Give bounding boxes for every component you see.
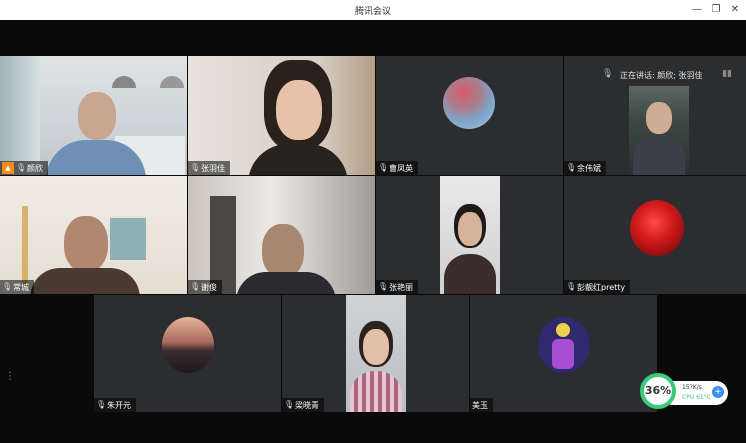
maximize-icon[interactable]: ❐ bbox=[709, 3, 723, 17]
minimize-icon[interactable]: — bbox=[690, 3, 704, 17]
participant-name: 张艳丽 bbox=[389, 282, 413, 292]
participant-label: 🎙 常城 bbox=[0, 280, 34, 294]
host-icon: ▲ bbox=[2, 162, 14, 174]
performance-score: 36% bbox=[640, 373, 676, 409]
close-icon[interactable]: ✕ bbox=[728, 3, 742, 17]
gallery-toggle-icon[interactable]: ⋮ bbox=[4, 371, 16, 383]
participant-name: 美玉 bbox=[472, 400, 488, 410]
participant-tile[interactable]: 🎙 张艳丽 bbox=[376, 176, 563, 294]
participant-name: 常城 bbox=[13, 282, 29, 292]
performance-widget[interactable]: 15?K/s CPU 61°C + 36% bbox=[640, 373, 728, 409]
participant-name: 颜欣 bbox=[27, 163, 43, 173]
participant-tile[interactable]: 🎙 朱开元 bbox=[94, 295, 281, 412]
participant-name: 余伟斌 bbox=[577, 163, 601, 173]
mic-muted-icon: 🎙 bbox=[566, 163, 577, 172]
audio-level-icon: ▮▮ bbox=[722, 69, 732, 79]
participant-tile[interactable]: 🎙 彭靓红pretty bbox=[564, 176, 746, 294]
participant-label: 🎙 朱开元 bbox=[94, 398, 136, 412]
participant-tile[interactable]: 🎙 常城 bbox=[0, 176, 187, 294]
avatar bbox=[630, 200, 684, 256]
participant-label: 🎙 张艳丽 bbox=[376, 280, 418, 294]
mic-icon: 🎙 bbox=[378, 163, 389, 172]
participant-name: 张羽佳 bbox=[201, 163, 225, 173]
video-feed bbox=[346, 295, 406, 412]
video-feed bbox=[440, 176, 500, 294]
participant-tile[interactable]: 美玉 bbox=[470, 295, 657, 412]
participant-tile[interactable]: 🎙 梁晓青 bbox=[282, 295, 469, 412]
participant-name: 谢俊 bbox=[201, 282, 217, 292]
meeting-stage: ▲ 🎙 颜欣 🎙 张羽佳 🎙 曹凤英 🎙 余伟斌 🎙 常城 🎙 谢俊 🎙 张艳丽… bbox=[0, 20, 746, 443]
participant-label: 🎙 曹凤英 bbox=[376, 161, 418, 175]
participant-name: 朱开元 bbox=[107, 400, 131, 410]
mic-muted-icon: 🎙 bbox=[566, 282, 577, 291]
participant-label: 🎙 余伟斌 bbox=[564, 161, 606, 175]
mic-icon: 🎙 bbox=[602, 69, 614, 79]
video-feed bbox=[188, 176, 375, 294]
participant-label: 🎙 张羽佳 bbox=[188, 161, 230, 175]
participant-label: 🎙 梁晓青 bbox=[282, 398, 324, 412]
mic-icon: 🎙 bbox=[16, 163, 27, 172]
participant-tile[interactable]: ▲ 🎙 颜欣 bbox=[0, 56, 187, 175]
active-speaker-text: 正在讲话: 颜欣; 张羽佳 bbox=[620, 71, 703, 80]
performance-panel: 15?K/s CPU 61°C + bbox=[670, 381, 728, 405]
participant-name: 曹凤英 bbox=[389, 163, 413, 173]
video-feed bbox=[0, 56, 187, 175]
participant-name: 彭靓红pretty bbox=[577, 282, 626, 292]
avatar bbox=[443, 77, 495, 129]
mic-muted-icon: 🎙 bbox=[2, 282, 13, 291]
video-feed bbox=[0, 176, 187, 294]
participant-tile[interactable]: 🎙 曹凤英 bbox=[376, 56, 563, 175]
participant-label: 美玉 bbox=[470, 398, 493, 412]
active-speaker-indicator: 🎙 正在讲话: 颜欣; 张羽佳 ▮▮ bbox=[596, 64, 740, 86]
window-title: 腾讯会议 bbox=[354, 7, 391, 17]
participant-tile[interactable]: 🎙 张羽佳 bbox=[188, 56, 375, 175]
cpu-temperature: CPU 61°C bbox=[682, 394, 711, 401]
mic-muted-icon: 🎙 bbox=[378, 282, 389, 291]
boost-button[interactable]: + bbox=[712, 386, 724, 398]
video-feed bbox=[188, 56, 375, 175]
title-bar: 腾讯会议 — ❐ ✕ bbox=[0, 0, 746, 20]
mic-muted-icon: 🎙 bbox=[96, 400, 107, 409]
mic-muted-icon: 🎙 bbox=[284, 400, 295, 409]
participant-label: 🎙 谢俊 bbox=[188, 280, 222, 294]
participant-name: 梁晓青 bbox=[295, 400, 319, 410]
mic-icon: 🎙 bbox=[190, 163, 201, 172]
network-speed: 15?K/s bbox=[682, 384, 702, 391]
participant-label: 🎙 彭靓红pretty bbox=[564, 280, 631, 294]
avatar bbox=[162, 317, 214, 373]
mic-muted-icon: 🎙 bbox=[190, 282, 201, 291]
participant-label: ▲ 🎙 颜欣 bbox=[0, 161, 48, 175]
participant-tile[interactable]: 🎙 谢俊 bbox=[188, 176, 375, 294]
avatar bbox=[538, 317, 590, 373]
